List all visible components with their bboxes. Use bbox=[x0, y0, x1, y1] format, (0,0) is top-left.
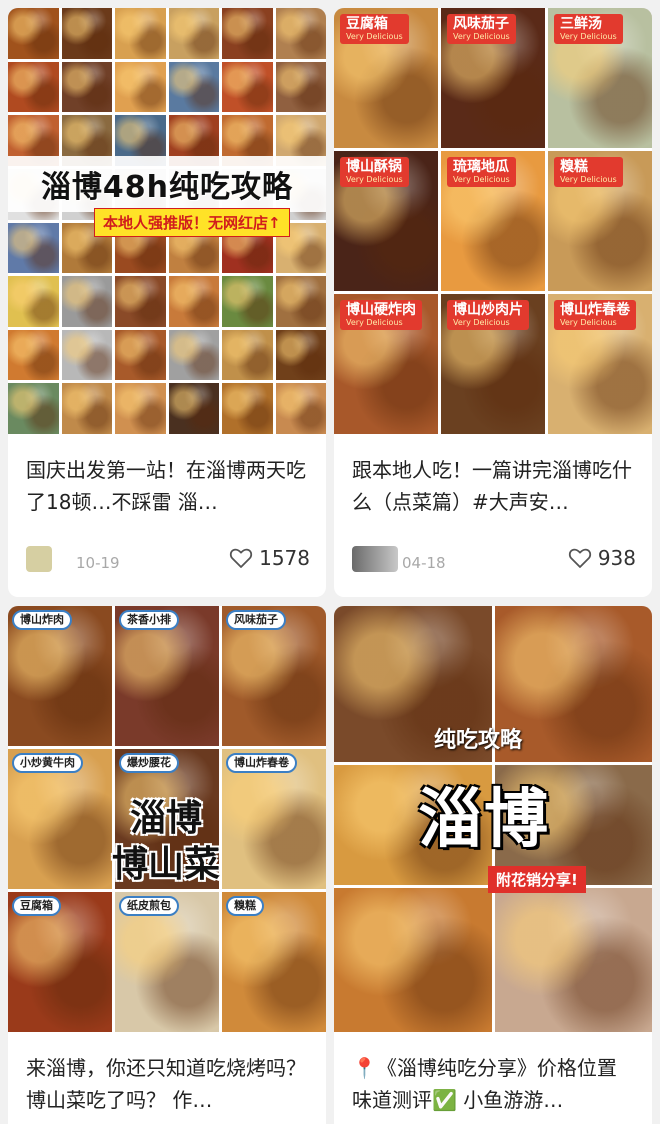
dish-label: 风味茄子 bbox=[226, 610, 286, 630]
cover-title: 淄博 博山菜 bbox=[112, 796, 220, 888]
note-card[interactable]: 淄博48h纯吃攻略 本地人强推版！无网红店↑ 国庆出发第一站！在淄博两天吃了18… bbox=[8, 8, 326, 597]
note-title-text: 《淄博纯吃分享》价格位置味道测评✅ 小鱼游游… bbox=[352, 1056, 617, 1112]
note-card[interactable]: 博山炸肉 茶香小排 风味茄子 小炒黄牛肉 爆炒腰花 博山炸春卷 豆腐箱 纸皮煎包… bbox=[8, 606, 326, 1124]
dish-label: 博山炸肉 bbox=[12, 610, 72, 630]
heart-outline-icon bbox=[229, 548, 253, 568]
note-cover-image[interactable]: 博山炸肉 茶香小排 风味茄子 小炒黄牛肉 爆炒腰花 博山炸春卷 豆腐箱 纸皮煎包… bbox=[8, 606, 326, 1032]
note-meta: 04-18 938 bbox=[334, 534, 652, 594]
food-collage: 豆腐箱 Very Delicious 风味茄子 Very Delicious 三鲜汤… bbox=[334, 8, 652, 434]
dish-label: 豆腐箱 Very Delicious bbox=[340, 14, 409, 44]
cover-small-text: 纯吃攻略 bbox=[434, 728, 523, 753]
dish-label: 三鲜汤 Very Delicious bbox=[554, 14, 623, 44]
dish-label: 纸皮煎包 bbox=[119, 896, 179, 916]
author-avatar[interactable] bbox=[352, 546, 398, 572]
note-date: 04-18 bbox=[402, 554, 446, 572]
cover-title: 淄博48h纯吃攻略 bbox=[8, 156, 326, 212]
note-title[interactable]: 国庆出发第一站！在淄博两天吃了18顿…不踩雷 淄… bbox=[8, 434, 326, 534]
note-card[interactable]: 豆腐箱 Very Delicious 风味茄子 Very Delicious 三鲜汤… bbox=[334, 8, 652, 597]
dish-label: 博山炒肉片 Very Delicious bbox=[447, 300, 529, 330]
note-title[interactable]: 来淄博，你还只知道吃烧烤吗？博山菜吃了吗？ 作… bbox=[8, 1032, 326, 1124]
dish-label: 博山硬炸肉 Very Delicious bbox=[340, 300, 422, 330]
note-feed: 淄博48h纯吃攻略 本地人强推版！无网红店↑ 国庆出发第一站！在淄博两天吃了18… bbox=[0, 0, 660, 1124]
dish-label: 博山炸春卷 bbox=[226, 753, 297, 773]
cover-subtitle: 本地人强推版！无网红店↑ bbox=[94, 208, 290, 237]
note-card[interactable]: 纯吃攻略 淄博 附花销分享! 📍《淄博纯吃分享》价格位置味道测评✅ 小鱼游游… bbox=[334, 606, 652, 1124]
dish-label: 糗糕 bbox=[226, 896, 264, 916]
author-avatar[interactable] bbox=[26, 546, 52, 572]
dish-label: 糗糕 Very Delicious bbox=[554, 157, 623, 187]
note-date: 10-19 bbox=[76, 554, 120, 572]
dish-label: 爆炒腰花 bbox=[119, 753, 179, 773]
like-button[interactable]: 1578 bbox=[229, 546, 310, 570]
note-cover-image[interactable]: 淄博48h纯吃攻略 本地人强推版！无网红店↑ bbox=[8, 8, 326, 434]
note-cover-image[interactable]: 豆腐箱 Very Delicious 风味茄子 Very Delicious 三鲜汤… bbox=[334, 8, 652, 434]
dish-label: 小炒黄牛肉 bbox=[12, 753, 83, 773]
dish-label: 博山酥锅 Very Delicious bbox=[340, 157, 409, 187]
cover-title-line1: 淄博 bbox=[130, 798, 203, 839]
like-button[interactable]: 938 bbox=[568, 546, 636, 570]
note-title[interactable]: 跟本地人吃！一篇讲完淄博吃什么（点菜篇）#大声安… bbox=[334, 434, 652, 534]
pin-icon: 📍 bbox=[352, 1056, 377, 1080]
heart-outline-icon bbox=[568, 548, 591, 568]
dish-label: 琉璃地瓜 Very Delicious bbox=[447, 157, 516, 187]
note-meta: 10-19 1578 bbox=[8, 534, 326, 594]
cover-title-line2: 博山菜 bbox=[112, 844, 221, 885]
like-count: 938 bbox=[597, 546, 636, 570]
note-cover-image[interactable]: 纯吃攻略 淄博 附花销分享! bbox=[334, 606, 652, 1032]
note-title[interactable]: 📍《淄博纯吃分享》价格位置味道测评✅ 小鱼游游… bbox=[334, 1032, 652, 1124]
dish-label: 豆腐箱 bbox=[12, 896, 61, 916]
dish-label: 风味茄子 Very Delicious bbox=[447, 14, 516, 44]
dish-label: 茶香小排 bbox=[119, 610, 179, 630]
like-count: 1578 bbox=[259, 546, 310, 570]
cover-title: 淄博 bbox=[418, 783, 550, 857]
dish-label: 博山炸春卷 Very Delicious bbox=[554, 300, 636, 330]
cover-tag: 附花销分享! bbox=[488, 866, 586, 893]
